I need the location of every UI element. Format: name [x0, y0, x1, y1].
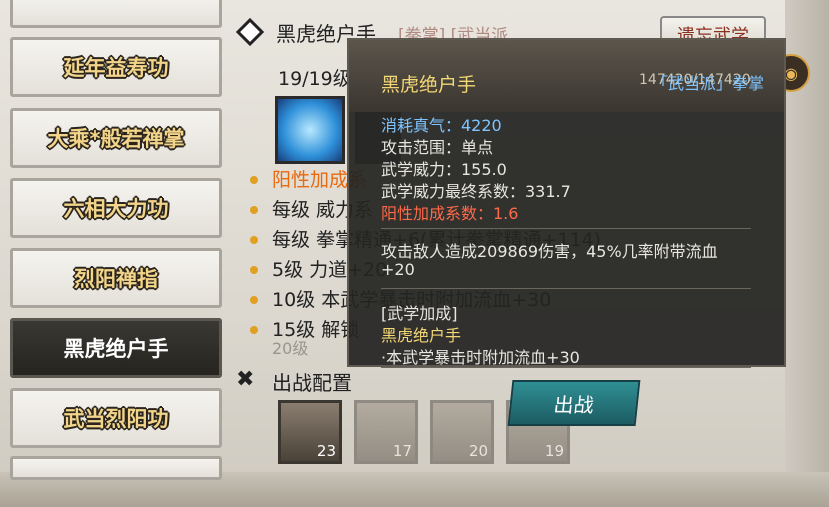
- bullet-icon: [250, 206, 258, 214]
- tooltip-effect: +20: [381, 260, 415, 279]
- skill-tooltip: 147420/147420 黑虎绝户手 「武当派」拳掌 消耗真气：4220 攻击…: [347, 38, 786, 368]
- slot-level: 23: [316, 442, 336, 460]
- cross-icon: ✖: [236, 367, 255, 392]
- tooltip-bonus-header: [武学加成]: [381, 304, 458, 323]
- skill-list-item-partial[interactable]: [10, 456, 222, 480]
- deploy-button[interactable]: 出战: [507, 380, 641, 426]
- tooltip-separator: [381, 367, 751, 368]
- skill-list-label: 大乘*般若禅掌: [47, 127, 185, 151]
- slot-level: 19: [544, 442, 564, 460]
- detail-row: 20级: [272, 339, 309, 358]
- skill-list-item-partial[interactable]: [10, 0, 222, 28]
- skill-list-item[interactable]: 大乘*般若禅掌: [10, 108, 222, 168]
- lineup-slot[interactable]: 20: [430, 400, 494, 464]
- bullet-icon: [250, 236, 258, 244]
- skill-level: 19/19级: [278, 68, 352, 90]
- tooltip-stat: 消耗真气：4220: [381, 116, 502, 135]
- slot-level: 20: [468, 442, 488, 460]
- skill-list-item[interactable]: 延年益寿功: [10, 37, 222, 97]
- tooltip-bonus-effect: ·本武学暴击时附加流血+30: [381, 348, 580, 367]
- bullet-icon: [250, 176, 258, 184]
- skill-list-label: 黑虎绝户手: [63, 337, 169, 361]
- tooltip-effect: 攻击敌人造成209869伤害，45%几率附带流血: [381, 242, 718, 261]
- bullet-icon: [250, 266, 258, 274]
- lineup-title: 出战配置: [272, 371, 352, 395]
- skill-list-item-selected[interactable]: 黑虎绝户手: [10, 318, 222, 378]
- skill-list-label: 武当烈阳功: [63, 407, 169, 431]
- tooltip-stat: 武学威力最终系数：331.7: [381, 182, 571, 201]
- tooltip-stat: 阳性加成系数：1.6: [381, 204, 519, 223]
- skill-list-item[interactable]: 六相大力功: [10, 178, 222, 238]
- tooltip-separator: [381, 228, 751, 229]
- skill-list-label: 六相大力功: [63, 197, 169, 221]
- tooltip-separator: [381, 288, 751, 289]
- slot-level: 17: [392, 442, 412, 460]
- tooltip-skill-name: 黑虎绝户手: [381, 74, 477, 96]
- skill-list-label: 延年益寿功: [63, 56, 169, 80]
- bullet-icon: [250, 296, 258, 304]
- bullet-icon: [250, 326, 258, 334]
- tooltip-stat: 攻击范围：单点: [381, 138, 494, 157]
- skill-icon[interactable]: [275, 96, 345, 164]
- tooltip-school: 「武当派」拳掌: [651, 74, 764, 93]
- lineup-slot[interactable]: 17: [354, 400, 418, 464]
- skill-list-item[interactable]: 武当烈阳功: [10, 388, 222, 448]
- tooltip-stat: 武学威力：155.0: [381, 160, 507, 179]
- skill-list-label: 烈阳禅指: [74, 267, 158, 291]
- tooltip-bonus-skill: 黑虎绝户手: [381, 326, 462, 345]
- lineup-slot[interactable]: 23: [278, 400, 342, 464]
- skill-list-item[interactable]: 烈阳禅指: [10, 248, 222, 308]
